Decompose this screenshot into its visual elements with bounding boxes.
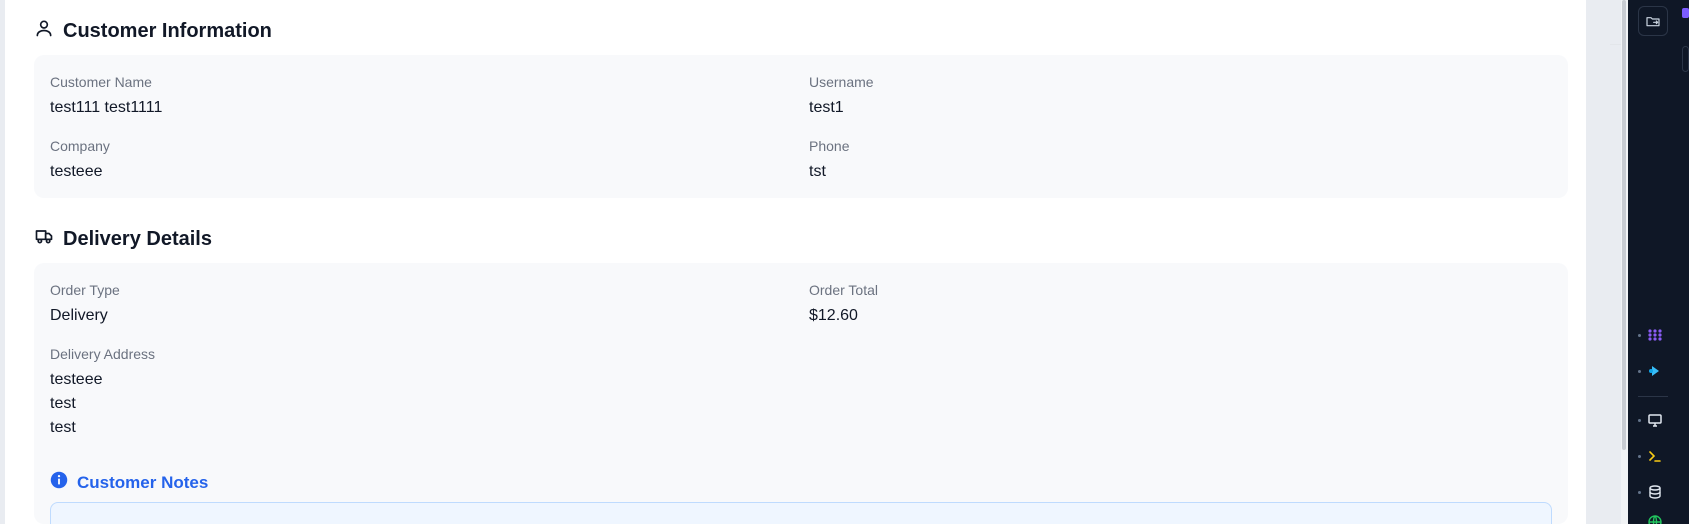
delivery-details-heading: Delivery Details: [34, 226, 212, 252]
status-dot: [1638, 455, 1641, 458]
customer-information-heading: Customer Information: [34, 18, 272, 44]
status-dot: [1638, 334, 1641, 337]
company-value: testeee: [50, 163, 103, 180]
status-dot: [1638, 491, 1641, 494]
customer-name-value: test111 test1111: [50, 99, 163, 116]
folder-arrow-icon[interactable]: [1638, 6, 1668, 36]
address-line: test: [50, 419, 76, 436]
phone-value: tst: [809, 163, 826, 180]
rail-panel-edge: [1682, 46, 1689, 72]
delivery-details-title: Delivery Details: [63, 227, 212, 250]
delivery-address-label: Delivery Address: [50, 346, 156, 362]
main-content: Customer Information Customer Name test1…: [5, 0, 1586, 524]
order-type-value: Delivery: [50, 307, 108, 324]
order-type-label: Order Type: [50, 282, 120, 298]
customer-notes-heading: Customer Notes: [50, 471, 208, 494]
scrollbar-thumb[interactable]: [1622, 0, 1626, 450]
truck-icon: [34, 226, 54, 252]
phone-label: Phone: [809, 138, 850, 154]
address-line: test: [50, 395, 76, 412]
info-circle-icon: [50, 471, 68, 494]
address-line: testeee: [50, 371, 103, 388]
app-window: Customer Information Customer Name test1…: [0, 0, 1689, 524]
play-nodes-icon[interactable]: [1647, 363, 1663, 379]
customer-information-card: Customer Name test111 test1111 Username …: [34, 55, 1568, 198]
database-icon[interactable]: [1647, 484, 1663, 500]
customer-notes-title: Customer Notes: [77, 472, 209, 492]
delivery-address-value: testeee test test: [50, 368, 102, 440]
company-label: Company: [50, 138, 110, 154]
status-dot: [1638, 370, 1641, 373]
activity-rail: [1628, 0, 1689, 524]
delivery-details-card: Order Type Delivery Order Total $12.60 D…: [34, 263, 1568, 524]
rail-accent: [1682, 8, 1689, 18]
grid-dots-icon[interactable]: [1647, 327, 1663, 343]
order-total-value: $12.60: [809, 307, 858, 324]
terminal-icon[interactable]: [1647, 448, 1663, 464]
customer-information-title: Customer Information: [63, 19, 272, 42]
monitor-icon[interactable]: [1647, 412, 1663, 428]
username-label: Username: [809, 74, 874, 90]
rail-separator: [1638, 396, 1668, 397]
username-value: test1: [809, 99, 844, 116]
globe-icon[interactable]: [1647, 514, 1663, 524]
status-dot: [1638, 419, 1641, 422]
order-total-label: Order Total: [809, 282, 878, 298]
customer-name-label: Customer Name: [50, 74, 152, 90]
customer-notes-box: [50, 502, 1552, 524]
user-icon: [34, 18, 54, 44]
